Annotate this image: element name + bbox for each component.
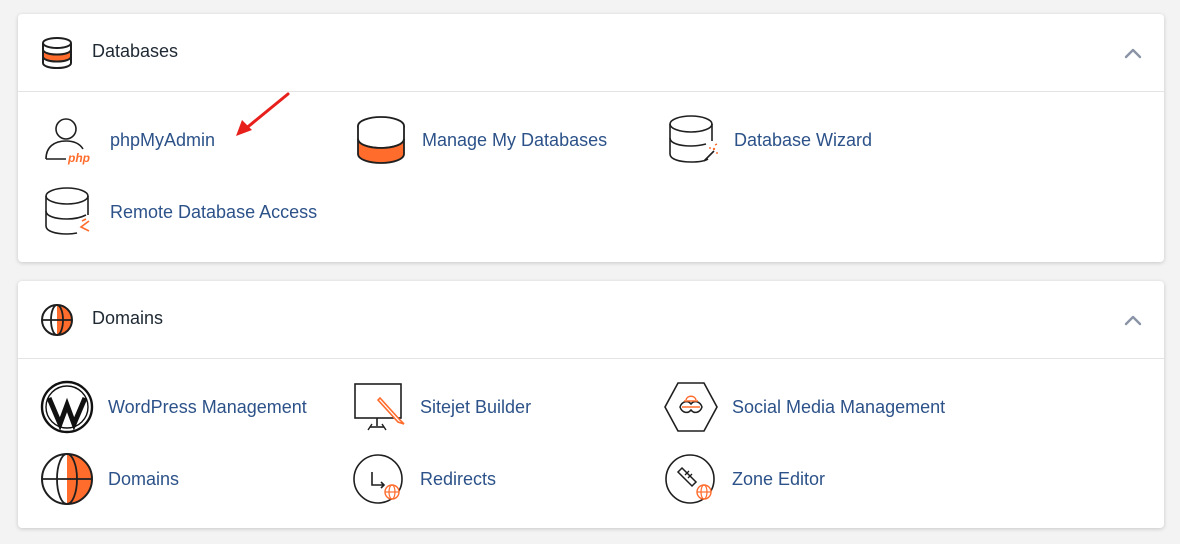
domains-label: Domains — [108, 469, 180, 489]
social-media-management-label: Social Media Management — [732, 397, 946, 417]
wordpress-management-label: WordPress Management — [108, 397, 307, 417]
domains-panel: Domains WordPress Management Sitejet Bui… — [18, 281, 1164, 528]
domains-link[interactable]: Domains — [40, 451, 179, 507]
phpmyadmin-icon: php — [45, 118, 90, 165]
domains-title: Domains — [92, 308, 164, 328]
domains-panel-header[interactable]: Domains — [18, 281, 1164, 359]
database-icon — [42, 37, 72, 70]
zone-editor-icon — [665, 454, 715, 504]
wordpress-icon — [40, 380, 94, 434]
manage-my-databases-link[interactable]: Manage My Databases — [354, 112, 607, 168]
manage-my-databases-label: Manage My Databases — [422, 130, 608, 150]
zone-editor-label: Zone Editor — [732, 469, 826, 489]
redirects-icon — [353, 454, 403, 504]
sitejet-builder-link[interactable]: Sitejet Builder — [352, 379, 531, 435]
database-wizard-label: Database Wizard — [734, 130, 873, 150]
zone-editor-link[interactable]: Zone Editor — [664, 451, 825, 507]
database-wizard-link[interactable]: Database Wizard — [666, 112, 872, 168]
database-wizard-icon — [669, 115, 718, 163]
manage-databases-icon — [357, 116, 405, 164]
svg-text:php: php — [67, 151, 90, 165]
sitejet-builder-label: Sitejet Builder — [420, 397, 532, 417]
remote-database-access-link[interactable]: Remote Database Access — [42, 184, 317, 240]
social-media-management-link[interactable]: Social Media Management — [664, 379, 945, 435]
redirects-label: Redirects — [420, 469, 497, 489]
globe-icon — [41, 304, 73, 336]
wordpress-management-link[interactable]: WordPress Management — [40, 379, 307, 435]
domains-globe-icon — [41, 453, 93, 505]
chevron-up-icon[interactable] — [1122, 42, 1144, 64]
databases-panel: Databases php phpMyAdmin Manage My Datab… — [18, 14, 1164, 262]
phpmyadmin-link[interactable]: php phpMyAdmin — [42, 112, 215, 168]
sitejet-icon — [354, 383, 405, 431]
annotation-arrow — [236, 92, 290, 136]
remote-database-access-label: Remote Database Access — [110, 202, 318, 222]
databases-title: Databases — [92, 41, 179, 61]
chevron-up-icon[interactable] — [1122, 309, 1144, 331]
phpmyadmin-label: phpMyAdmin — [110, 130, 216, 150]
remote-database-icon — [45, 187, 90, 235]
redirects-link[interactable]: Redirects — [352, 451, 496, 507]
social-media-icon — [664, 382, 718, 432]
databases-panel-header[interactable]: Databases — [18, 14, 1164, 92]
